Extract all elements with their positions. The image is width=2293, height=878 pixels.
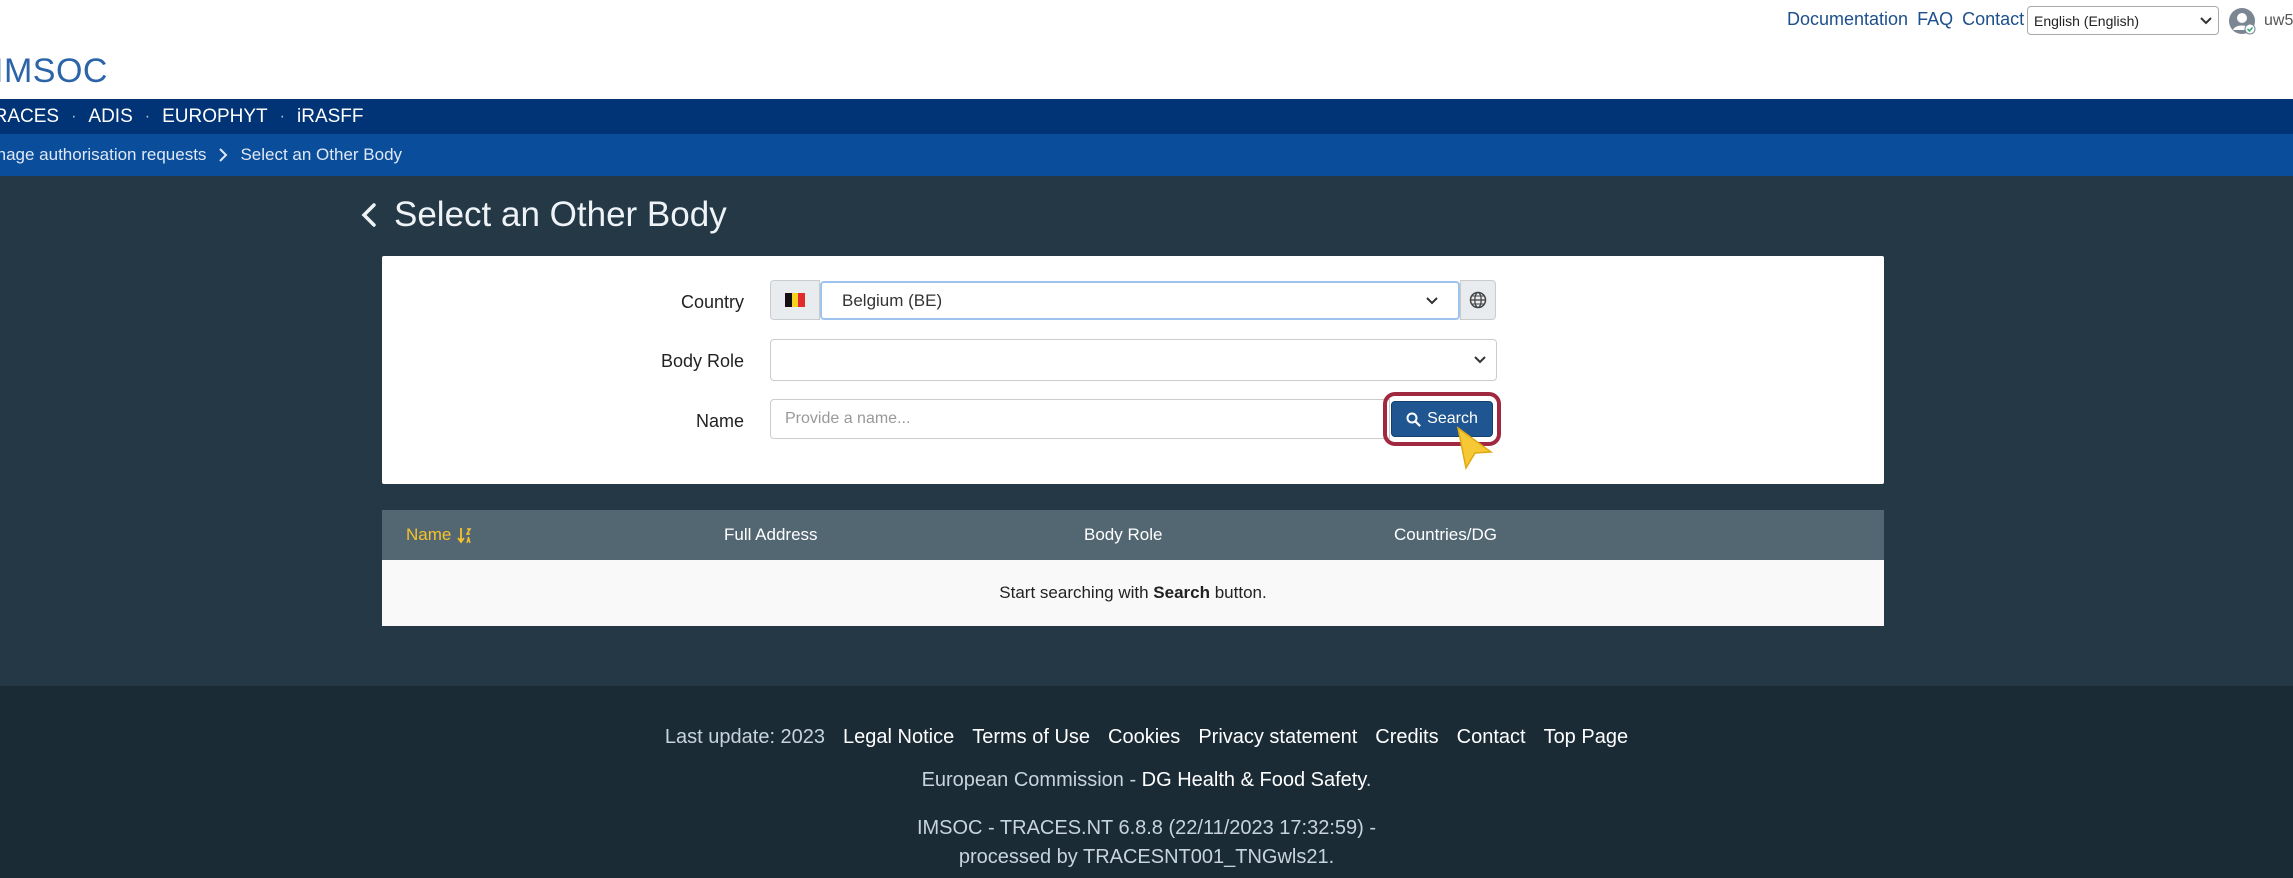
- results-empty-row: Start searching with Search button.: [382, 560, 1884, 626]
- nav-separator: ·: [144, 107, 151, 125]
- column-header-name-label: Name: [406, 525, 452, 544]
- breadcrumb-item-current: Select an Other Body: [240, 145, 403, 164]
- search-form-panel: Country Belgium (BE) Body Role Name Sear…: [382, 256, 1884, 484]
- back-arrow-icon[interactable]: [358, 200, 380, 230]
- country-select-value: Belgium (BE): [842, 290, 943, 310]
- page-title: Select an Other Body: [394, 195, 727, 234]
- empty-message-suffix: button.: [1210, 583, 1267, 602]
- footer-link-legal-notice[interactable]: Legal Notice: [843, 726, 954, 749]
- nav-item-traces[interactable]: TRACES: [0, 106, 59, 128]
- name-input[interactable]: [770, 399, 1390, 439]
- column-header-countries-dg[interactable]: Countries/DG: [1394, 525, 1497, 545]
- documentation-link[interactable]: Documentation: [1787, 9, 1908, 30]
- nav-item-adis[interactable]: ADIS: [88, 106, 132, 128]
- results-table-header: Name Full Address Body Role Countries/DG: [382, 510, 1884, 560]
- footer-link-privacy[interactable]: Privacy statement: [1198, 726, 1357, 749]
- nav-item-europhyt[interactable]: EUROPHYT: [162, 106, 268, 128]
- top-links: Documentation FAQ Contact: [1787, 9, 2033, 30]
- user-name[interactable]: uw5: [2264, 12, 2293, 30]
- chevron-right-icon: [219, 148, 228, 162]
- breadcrumb-item-manage-authorisation[interactable]: Manage authorisation requests: [0, 145, 206, 165]
- footer-link-credits[interactable]: Credits: [1375, 726, 1438, 749]
- top-utility-bar: Documentation FAQ Contact English (Engli…: [0, 0, 2293, 40]
- user-account-icon[interactable]: [2228, 7, 2256, 35]
- footer-period: .: [1365, 769, 1372, 791]
- footer-version: IMSOC - TRACES.NT 6.8.8 (22/11/2023 17:3…: [0, 814, 2293, 872]
- main-navbar: TRACES · ADIS · EUROPHYT · iRASFF: [0, 99, 2293, 134]
- page-header: Select an Other Body: [358, 195, 727, 235]
- footer-links: Last update: 2023 Legal Notice Terms of …: [0, 726, 2293, 749]
- country-flag-addon: [770, 280, 820, 320]
- footer: Last update: 2023 Legal Notice Terms of …: [0, 686, 2293, 878]
- footer-link-contact[interactable]: Contact: [1457, 726, 1526, 749]
- contact-link[interactable]: Contact: [1962, 9, 2024, 30]
- search-icon: [1406, 412, 1421, 427]
- column-header-body-role[interactable]: Body Role: [1084, 525, 1162, 545]
- country-label: Country: [680, 292, 744, 312]
- country-select[interactable]: Belgium (BE): [820, 281, 1460, 320]
- footer-version-line2: processed by TRACESNT001_TNGwls21.: [958, 846, 1335, 868]
- body-role-label: Body Role: [660, 351, 744, 371]
- footer-last-update: Last update: 2023: [664, 726, 826, 748]
- footer-link-top-page[interactable]: Top Page: [1544, 726, 1629, 749]
- nav-item-irasff[interactable]: iRASFF: [297, 106, 364, 128]
- footer-commission: European Commission: [921, 769, 1124, 791]
- name-label: Name: [695, 411, 744, 431]
- footer-dash: -: [1123, 769, 1142, 791]
- footer-organisation: European Commission - DG Health & Food S…: [0, 769, 2293, 792]
- chevron-down-icon: [2200, 16, 2212, 24]
- belgium-flag-icon: [785, 293, 806, 307]
- breadcrumb: Manage authorisation requests Select an …: [0, 134, 2293, 176]
- footer-version-line1: IMSOC - TRACES.NT 6.8.8 (22/11/2023 17:3…: [916, 817, 1377, 839]
- nav-separator: ·: [279, 107, 285, 125]
- column-header-name[interactable]: Name: [406, 525, 475, 545]
- brand-logo-text[interactable]: IMSOC: [0, 52, 108, 91]
- language-select-value: English (English): [2034, 12, 2140, 29]
- footer-link-cookies[interactable]: Cookies: [1108, 726, 1180, 749]
- language-select[interactable]: English (English): [2027, 6, 2219, 35]
- body-role-select[interactable]: [770, 339, 1497, 381]
- nav-separator: ·: [71, 107, 77, 125]
- empty-message-prefix: Start searching with: [999, 583, 1154, 602]
- globe-addon-button[interactable]: [1460, 280, 1496, 320]
- column-header-full-address[interactable]: Full Address: [724, 525, 818, 545]
- globe-icon: [1469, 291, 1487, 309]
- empty-message-bold: Search: [1153, 583, 1210, 602]
- faq-link[interactable]: FAQ: [1917, 9, 1953, 30]
- mouse-cursor-icon: [1456, 426, 1494, 470]
- chevron-down-icon: [1426, 296, 1438, 304]
- footer-dg-link[interactable]: DG Health & Food Safety: [1142, 769, 1366, 791]
- footer-link-terms[interactable]: Terms of Use: [972, 726, 1090, 749]
- sort-icon: [457, 527, 472, 543]
- chevron-down-icon: [1474, 356, 1486, 364]
